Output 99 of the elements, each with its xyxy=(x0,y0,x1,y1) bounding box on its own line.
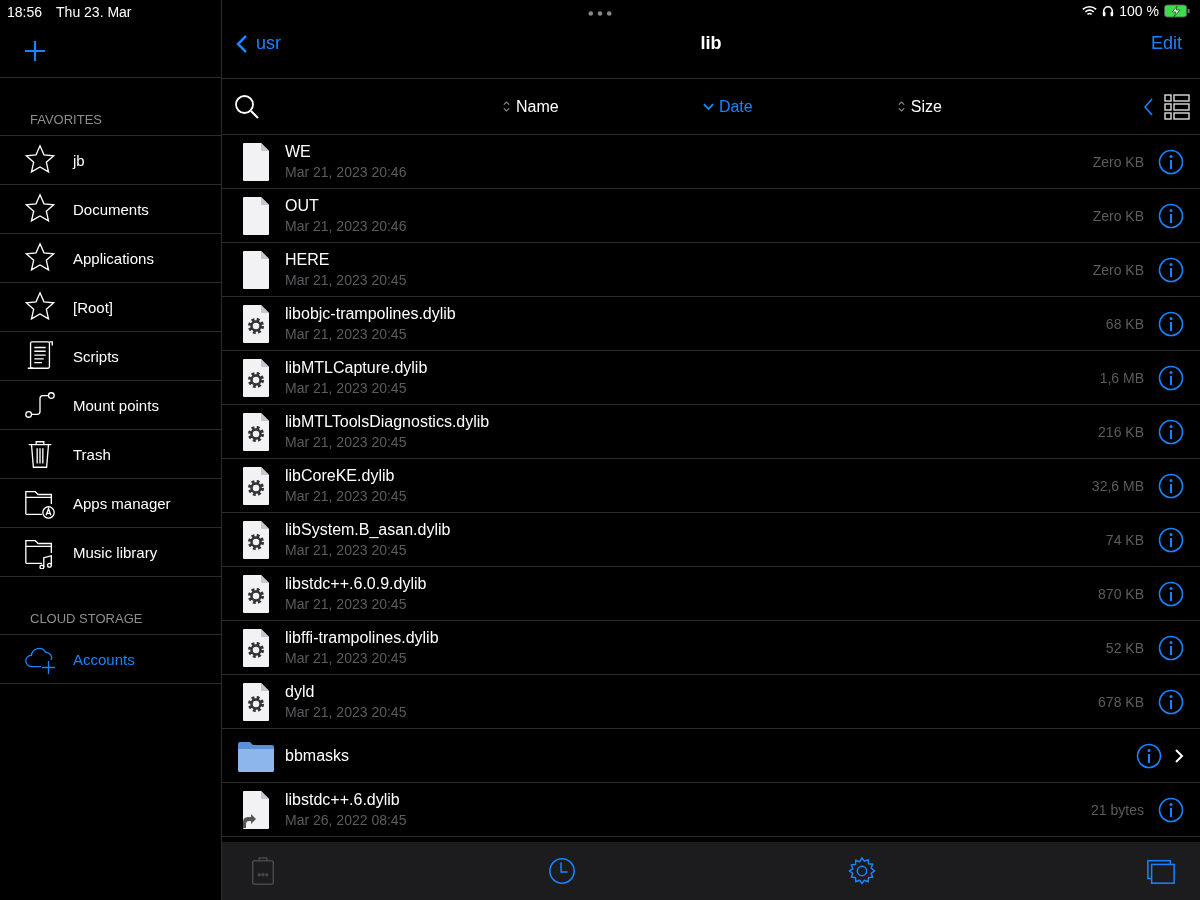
headphones-icon xyxy=(1102,5,1115,17)
file-name: libMTLToolsDiagnostics.dylib xyxy=(285,413,491,431)
file-date: Mar 21, 2023 20:45 xyxy=(285,434,408,450)
sidebar-item[interactable]: Applications xyxy=(0,234,221,283)
file-row[interactable]: WE Mar 21, 2023 20:46 Zero KB xyxy=(222,135,1200,189)
file-size: 678 KB xyxy=(1098,693,1144,710)
file-name: libSystem.B_asan.dylib xyxy=(285,521,452,539)
file-name: libobjc-trampolines.dylib xyxy=(285,305,457,323)
sort-button[interactable]: Size xyxy=(896,97,942,116)
file-size: Zero KB xyxy=(1092,207,1144,224)
sidebar-item[interactable]: [Root] xyxy=(0,283,221,332)
file-name: libstdc++.6.dylib xyxy=(285,791,401,809)
file-date: Mar 21, 2023 20:45 xyxy=(285,650,408,666)
wifi-icon xyxy=(1082,5,1098,17)
clock-icon[interactable] xyxy=(547,856,578,886)
file-size: 870 KB xyxy=(1098,585,1144,602)
section-title: CLOUD STORAGE xyxy=(0,577,221,635)
sidebar-item[interactable]: Accounts xyxy=(0,635,221,684)
info-icon[interactable] xyxy=(1158,472,1184,499)
info-icon[interactable] xyxy=(1158,418,1184,445)
info-icon[interactable] xyxy=(1158,634,1184,661)
file-date: Mar 21, 2023 20:45 xyxy=(285,272,408,288)
info-icon[interactable] xyxy=(1158,310,1184,337)
file-size: 68 KB xyxy=(1105,315,1144,332)
sidebar-item[interactable]: Scripts xyxy=(0,332,221,381)
file-row[interactable]: libCoreKE.dylib Mar 21, 2023 20:45 32,6 MB xyxy=(222,459,1200,513)
file-row[interactable]: libstdc++.6.0.9.dylib Mar 21, 2023 20:45 870 KB xyxy=(222,567,1200,621)
sidebar-item[interactable]: Apps manager xyxy=(0,479,221,528)
info-icon[interactable] xyxy=(1158,526,1184,553)
file-name: libstdc++.6.0.9.dylib xyxy=(285,575,428,593)
file-size: 216 KB xyxy=(1098,423,1144,440)
add-icon[interactable] xyxy=(24,39,46,62)
file-name: libffi-trampolines.dylib xyxy=(285,629,440,647)
file-date: Mar 21, 2023 20:45 xyxy=(285,326,408,342)
folder-title: lib xyxy=(700,33,722,54)
back-chevron-icon xyxy=(236,33,248,54)
status-date: Thu 23. Mar xyxy=(56,4,132,20)
file-row[interactable]: libffi-trampolines.dylib Mar 21, 2023 20:45 52 KB xyxy=(222,621,1200,675)
file-date: Mar 21, 2023 20:45 xyxy=(285,542,408,558)
file-size: 1,6 MB xyxy=(1099,369,1144,386)
sidebar-item[interactable]: Music library xyxy=(0,528,221,577)
sort-arrows-icon xyxy=(896,100,906,113)
file-date: Mar 21, 2023 20:45 xyxy=(285,488,408,504)
battery-icon xyxy=(1164,4,1190,18)
file-row[interactable]: HERE Mar 21, 2023 20:45 Zero KB xyxy=(222,243,1200,297)
info-icon[interactable] xyxy=(1158,796,1184,823)
file-name: HERE xyxy=(285,251,331,269)
file-date: Mar 26, 2022 08:45 xyxy=(285,812,408,828)
info-icon[interactable] xyxy=(1158,202,1184,229)
file-name: libCoreKE.dylib xyxy=(285,467,396,485)
search-icon[interactable] xyxy=(234,93,260,120)
file-size: 32,6 MB xyxy=(1091,477,1144,494)
sort-button[interactable]: Date xyxy=(702,97,753,116)
file-row[interactable]: dyld Mar 21, 2023 20:45 678 KB xyxy=(222,675,1200,729)
file-name: dyld xyxy=(285,683,316,701)
file-row[interactable]: OUT Mar 21, 2023 20:46 Zero KB xyxy=(222,189,1200,243)
sidebar-item[interactable]: Documents xyxy=(0,185,221,234)
chevron-down-icon xyxy=(702,102,714,111)
sort-arrows-icon xyxy=(502,100,512,113)
file-row[interactable]: libobjc-trampolines.dylib Mar 21, 2023 20:45 68 KB xyxy=(222,297,1200,351)
file-row[interactable]: libstdc++.6.dylib Mar 26, 2022 08:45 21 bytes xyxy=(222,783,1200,837)
collapse-icon[interactable] xyxy=(1144,97,1154,116)
file-name: OUT xyxy=(285,197,320,215)
file-size: Zero KB xyxy=(1092,153,1144,170)
file-date: Mar 21, 2023 20:45 xyxy=(285,596,408,612)
file-row[interactable]: libSystem.B_asan.dylib Mar 21, 2023 20:45 74 KB xyxy=(222,513,1200,567)
edit-button[interactable]: Edit xyxy=(1150,33,1182,54)
info-icon[interactable] xyxy=(1158,364,1184,391)
info-icon[interactable] xyxy=(1158,256,1184,283)
file-size: 52 KB xyxy=(1105,639,1144,656)
sidebar-item[interactable]: Trash xyxy=(0,430,221,479)
file-size: 74 KB xyxy=(1105,531,1144,548)
file-date: Mar 21, 2023 20:46 xyxy=(285,164,408,180)
sort-button[interactable]: Name xyxy=(502,97,559,116)
info-icon[interactable] xyxy=(1136,742,1162,769)
settings-icon[interactable] xyxy=(846,856,877,886)
info-icon[interactable] xyxy=(1158,688,1184,715)
chevron-right-icon xyxy=(1174,747,1184,764)
file-size: Zero KB xyxy=(1092,261,1144,278)
back-button[interactable]: usr xyxy=(236,33,281,54)
sidebar-item[interactable]: Mount points xyxy=(0,381,221,430)
file-name: libMTLCapture.dylib xyxy=(285,359,429,377)
file-size: 21 bytes xyxy=(1091,801,1144,818)
info-icon[interactable] xyxy=(1158,580,1184,607)
file-row[interactable]: bbmasks xyxy=(222,729,1200,783)
file-name: WE xyxy=(285,143,312,161)
file-name: bbmasks xyxy=(285,746,351,765)
section-title: FAVORITES xyxy=(0,78,221,136)
file-date: Mar 21, 2023 20:45 xyxy=(285,704,408,720)
battery-percentage: 100 % xyxy=(1119,3,1159,19)
file-date: Mar 21, 2023 20:45 xyxy=(285,380,408,396)
file-row[interactable]: libMTLToolsDiagnostics.dylib Mar 21, 2023 20:45 216 KB xyxy=(222,405,1200,459)
status-time: 18:56 xyxy=(7,4,43,20)
list-view-icon[interactable] xyxy=(1164,93,1190,120)
sidebar-item[interactable]: jb xyxy=(0,136,221,185)
file-row[interactable]: libMTLCapture.dylib Mar 21, 2023 20:45 1,6 MB xyxy=(222,351,1200,405)
info-icon[interactable] xyxy=(1158,148,1184,175)
file-date: Mar 21, 2023 20:46 xyxy=(285,218,408,234)
more-icon[interactable] xyxy=(588,10,612,17)
